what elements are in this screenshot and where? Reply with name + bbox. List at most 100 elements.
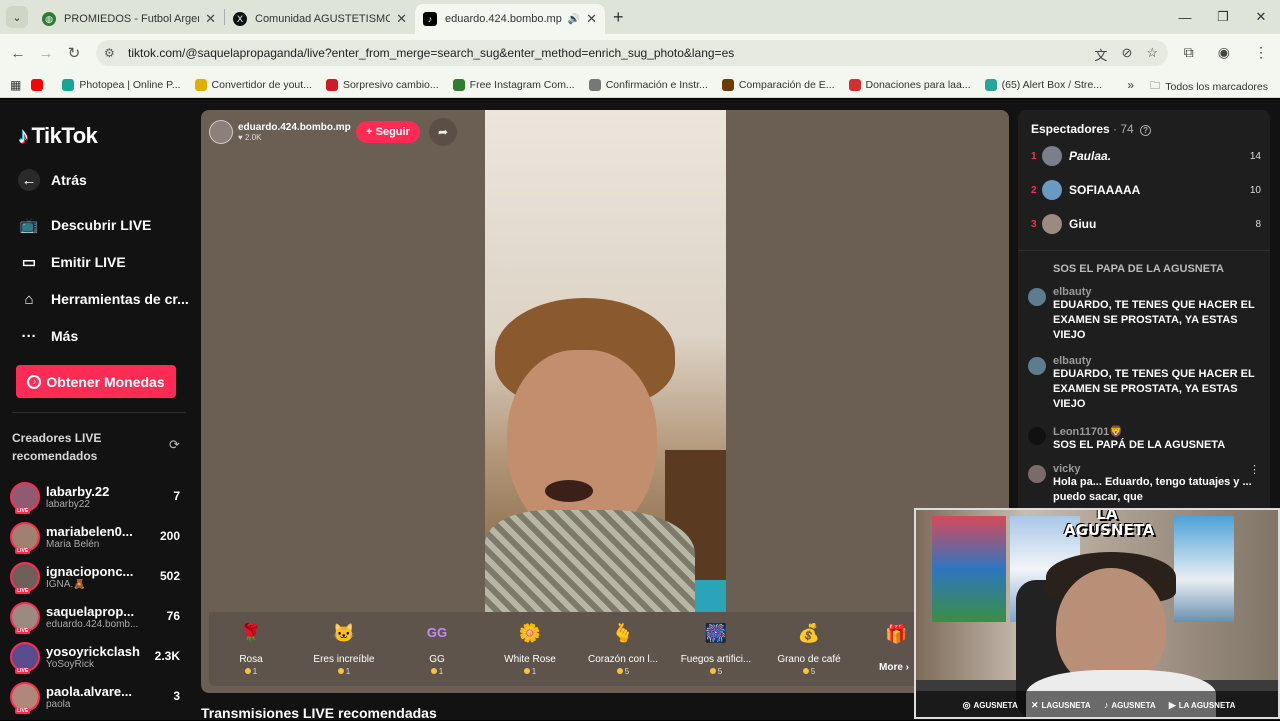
gift-item[interactable]: 💰 Grano de café 5 xyxy=(764,620,854,676)
creator-item[interactable]: LIVE labarby.22 labarby22 7 xyxy=(10,479,186,515)
bookmark-label: Confirmación e Instr... xyxy=(605,78,708,91)
creator-item[interactable]: LIVE paola.alvare... paola 3 xyxy=(10,679,186,715)
chat-text: EDUARDO, TE TENES QUE HACER EL EXAMEN SE… xyxy=(1053,299,1255,341)
viewer-item[interactable]: 2 SOFIAAAAA 10 xyxy=(1031,179,1261,201)
viewer-item[interactable]: 3 Giuu 8 xyxy=(1031,213,1261,235)
new-tab-icon[interactable]: + xyxy=(613,7,624,28)
chat-username[interactable]: elbauty xyxy=(1053,286,1260,298)
avatar[interactable]: LIVE xyxy=(10,682,40,714)
eye-off-icon[interactable]: ⊘ xyxy=(1121,45,1132,64)
sidebar-item-mas[interactable]: ··· Más xyxy=(18,325,79,347)
sidebar-item-emitir-live[interactable]: ▭ Emitir LIVE xyxy=(18,251,126,273)
bookmark-item[interactable]: Sorpresivo cambio... xyxy=(325,78,439,91)
browser-tab[interactable]: X Comunidad AGUSTETISMO (SU ✕ xyxy=(225,4,415,34)
bookmark-item[interactable]: Convertidor de yout... xyxy=(194,78,312,91)
avatar[interactable] xyxy=(209,120,233,144)
back-button[interactable]: ← Atrás xyxy=(18,169,87,191)
apps-grid-icon[interactable]: ▦ xyxy=(10,78,21,92)
chat-username[interactable]: Leon11701🦁 xyxy=(1053,425,1260,438)
gift-name: White Rose xyxy=(504,654,556,665)
tab-search-chevron-icon[interactable]: ⌄ xyxy=(6,6,28,28)
host-name[interactable]: eduardo.424.bombo.mp xyxy=(238,122,351,133)
bookmark-item[interactable]: (65) Alert Box / Stre... xyxy=(984,78,1102,91)
sidebar-item-descubrir-live[interactable]: 📺 Descubrir LIVE xyxy=(18,214,152,236)
get-coins-button[interactable]: ♪ Obtener Monedas xyxy=(16,365,176,398)
close-tab-icon[interactable]: ✕ xyxy=(205,11,216,27)
chat-message[interactable]: Leon11701🦁 SOS EL PAPÁ DE LA AGUSNETA xyxy=(1028,425,1260,453)
follow-button[interactable]: + Seguir xyxy=(356,121,420,143)
avatar[interactable] xyxy=(1042,180,1062,200)
browser-tab-active[interactable]: ♪ eduardo.424.bombo.mp (@ 🔊 ✕ xyxy=(415,4,605,34)
bookmark-item[interactable]: Photopea | Online P... xyxy=(62,78,181,91)
reload-icon[interactable]: ↻ xyxy=(60,44,88,62)
close-tab-icon[interactable]: ✕ xyxy=(586,11,597,27)
live-video[interactable] xyxy=(485,110,726,612)
live-badge: LIVE xyxy=(15,708,31,714)
extensions-puzzle-icon[interactable]: ⧉ xyxy=(1184,44,1194,61)
sidebar-item-herramientas[interactable]: ⌂ Herramientas de cr... xyxy=(18,288,188,310)
all-bookmarks-button[interactable]: 🗀 Todos los marcadores xyxy=(1150,78,1268,96)
avatar[interactable] xyxy=(1028,427,1046,445)
close-tab-icon[interactable]: ✕ xyxy=(396,11,407,27)
profile-icon[interactable]: ◉ xyxy=(1218,44,1230,61)
browser-tab[interactable]: ◍ PROMIEDOS - Futbol Argentino ✕ xyxy=(34,4,224,34)
back-arrow-icon[interactable]: ← xyxy=(4,45,32,62)
forward-arrow-icon[interactable]: → xyxy=(32,45,60,62)
url-input[interactable]: ⚙ tiktok.com/@saquelapropaganda/live?ent… xyxy=(96,40,1168,66)
avatar[interactable] xyxy=(1028,465,1046,483)
bookmark-item[interactable]: Donaciones para laa... xyxy=(848,78,971,91)
avatar[interactable]: LIVE xyxy=(10,562,40,594)
avatar[interactable]: LIVE xyxy=(10,482,40,514)
avatar[interactable] xyxy=(1028,288,1046,306)
bookmark-item[interactable] xyxy=(31,78,48,91)
more-gifts-button[interactable]: More › xyxy=(879,662,909,673)
gift-item[interactable]: GG GG 1 xyxy=(392,620,482,676)
photopea-icon xyxy=(62,78,75,91)
chat-message[interactable]: vicky Hola pa... Eduardo, tengo tatuajes … xyxy=(1028,463,1260,505)
creator-item[interactable]: LIVE saquelaprop... eduardo.424.bomb... 76 xyxy=(10,599,186,635)
more-options-icon[interactable]: ⋮ xyxy=(1249,463,1260,476)
chat-message[interactable]: elbauty EDUARDO, TE TENES QUE HACER EL EX… xyxy=(1028,355,1260,412)
bookmark-item[interactable]: Confirmación e Instr... xyxy=(588,78,708,91)
gift-item[interactable]: 🌼 White Rose 1 xyxy=(485,620,575,676)
avatar[interactable]: LIVE xyxy=(10,642,40,674)
creator-item[interactable]: LIVE ignacioponc... IGNA.🧸 502 xyxy=(10,559,186,595)
creator-name: labarby.22 xyxy=(46,484,110,499)
viewer-item[interactable]: 1 Paulaa. 14 xyxy=(1031,145,1261,167)
creator-item[interactable]: LIVE yosoyrickclash YoSoyRick 2.3K xyxy=(10,639,186,675)
info-icon[interactable]: ? xyxy=(1140,125,1152,136)
chat-username[interactable]: elbauty xyxy=(1053,355,1260,367)
speaker-icon[interactable]: 🔊 xyxy=(568,14,580,25)
avatar[interactable] xyxy=(1042,146,1062,166)
more-bookmarks-button[interactable]: » xyxy=(1127,78,1134,92)
avatar[interactable]: LIVE xyxy=(10,522,40,554)
tiktok-icon: ♪ xyxy=(423,12,437,26)
star-icon[interactable]: ☆ xyxy=(1146,45,1158,64)
gift-item[interactable]: 🐱 Eres increíble 1 xyxy=(299,620,389,676)
site-settings-icon[interactable]: ⚙ xyxy=(104,46,122,60)
avatar[interactable]: LIVE xyxy=(10,602,40,634)
minimize-icon[interactable]: — xyxy=(1166,10,1204,25)
chat-username[interactable]: vicky xyxy=(1053,463,1260,475)
bookmark-item[interactable]: Free Instagram Com... xyxy=(452,78,575,91)
window-controls: — ❐ ✕ xyxy=(1166,0,1280,34)
gift-item[interactable]: 🎆 Fuegos artifici... 5 xyxy=(671,620,761,676)
menu-kebab-icon[interactable]: ⋮ xyxy=(1254,44,1268,61)
avatar[interactable] xyxy=(1042,214,1062,234)
gift-box-icon[interactable]: 🎁 xyxy=(885,624,907,645)
refresh-icon[interactable]: ⟳ xyxy=(169,437,180,453)
translate-icon[interactable]: 文 xyxy=(1094,45,1107,64)
chat-message[interactable]: elbauty EDUARDO, TE TENES QUE HACER EL EX… xyxy=(1028,286,1260,343)
restore-icon[interactable]: ❐ xyxy=(1204,9,1242,25)
tiktok-logo[interactable]: ♪ TikTok xyxy=(18,123,98,149)
share-icon[interactable]: ➦ xyxy=(429,118,457,146)
globe-icon: ◍ xyxy=(42,12,56,26)
close-window-icon[interactable]: ✕ xyxy=(1242,9,1280,25)
host-info[interactable]: eduardo.424.bombo.mp ♥ 2.0K xyxy=(209,118,351,146)
gift-item[interactable]: 🌹 Rosa 1 xyxy=(206,620,296,676)
bookmark-item[interactable]: Comparación de E... xyxy=(721,78,835,91)
gift-item[interactable]: 🫰 Corazón con l... 5 xyxy=(578,620,668,676)
gift-price-value: 5 xyxy=(624,667,630,676)
creator-item[interactable]: LIVE mariabelen0... Maria Belén 200 xyxy=(10,519,186,555)
avatar[interactable] xyxy=(1028,357,1046,375)
